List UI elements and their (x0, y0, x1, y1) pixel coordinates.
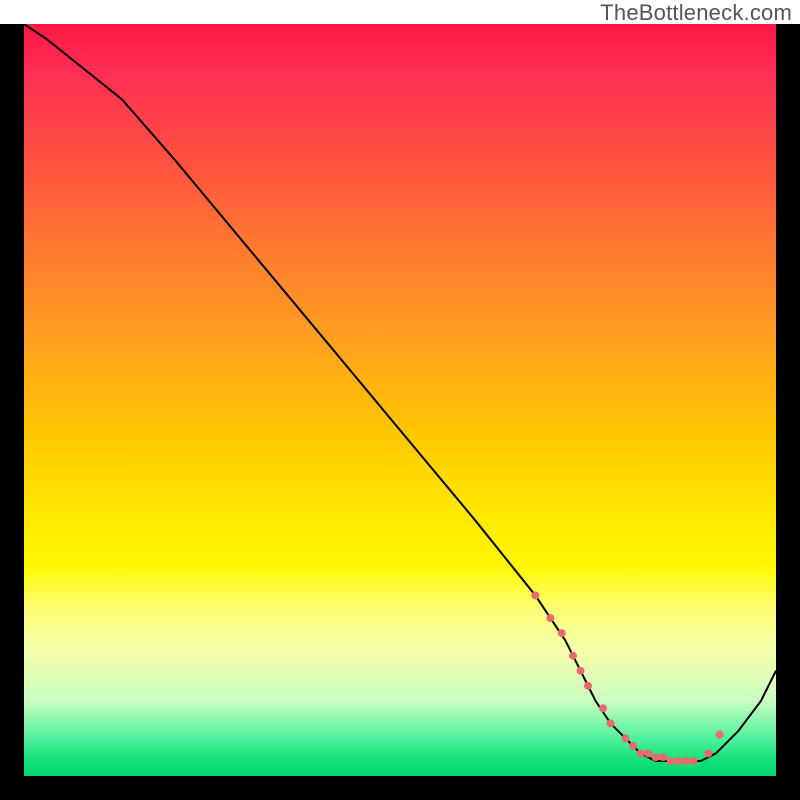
curve-marker (652, 753, 660, 761)
curve-marker (577, 667, 585, 675)
curve-marker (716, 731, 724, 739)
curve-marker (704, 749, 712, 757)
curve-marker (644, 749, 652, 757)
curve-marker (569, 652, 577, 660)
marker-group (531, 592, 723, 766)
watermark-text: TheBottleneck.com (600, 0, 792, 26)
curve-marker (674, 757, 682, 765)
curve-marker (682, 757, 690, 765)
curve-marker (584, 682, 592, 690)
chart-svg-layer (24, 24, 776, 776)
curve-marker (599, 704, 607, 712)
curve-marker (629, 742, 637, 750)
curve-marker (667, 757, 675, 765)
curve-marker (607, 719, 615, 727)
curve-marker (689, 757, 697, 765)
curve-marker (531, 592, 539, 600)
curve-marker (622, 734, 630, 742)
chart-plot-area (24, 24, 776, 776)
curve-marker (558, 629, 566, 637)
bottleneck-curve (24, 24, 776, 761)
chart-frame: TheBottleneck.com (0, 0, 800, 800)
curve-marker (546, 614, 554, 622)
curve-marker (637, 749, 645, 757)
curve-marker (659, 753, 667, 761)
